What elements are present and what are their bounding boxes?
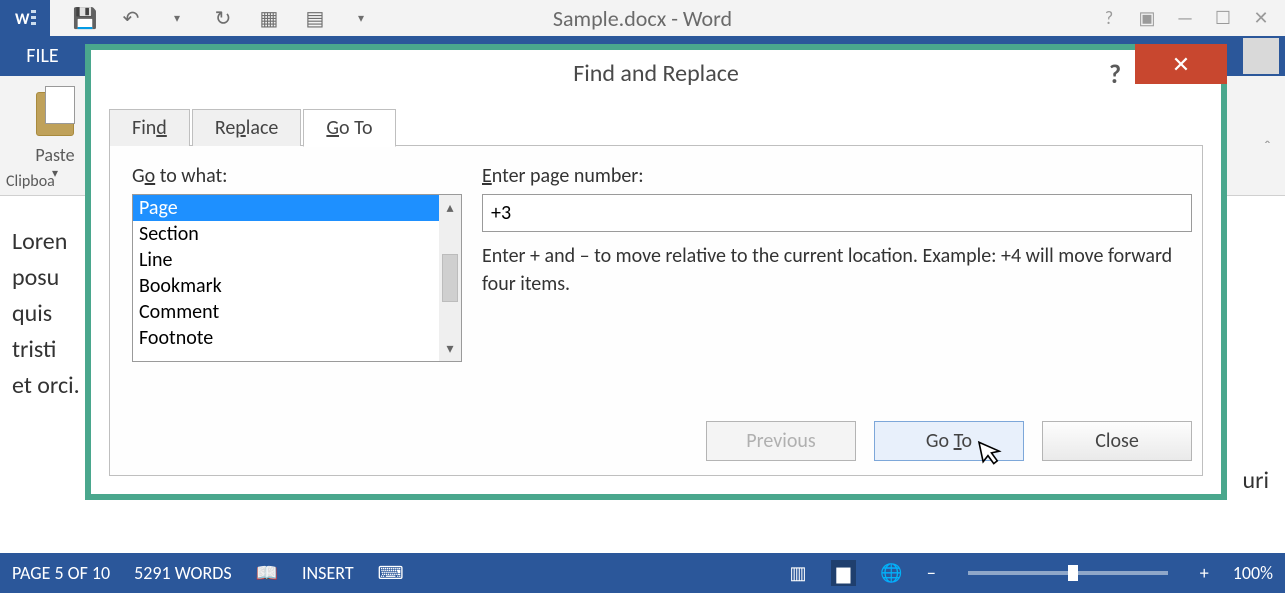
maximize-icon[interactable]: ☐ bbox=[1205, 7, 1241, 29]
titlebar: W 💾 ↶ ▾ ↻ ▦ ▤ ▾ Sample.docx - Word ? ▣ —… bbox=[0, 0, 1285, 36]
ribbon-display-icon[interactable]: ▣ bbox=[1129, 7, 1165, 29]
listbox-scrollbar[interactable]: ▴ ▾ bbox=[439, 195, 461, 361]
list-item[interactable]: Line bbox=[133, 247, 439, 273]
tab-replace[interactable]: Replace bbox=[192, 109, 302, 146]
svg-text:W: W bbox=[15, 10, 30, 29]
dialog-tabs: Find Replace Go To bbox=[109, 106, 1203, 146]
status-mode: INSERT bbox=[302, 562, 354, 584]
list-item[interactable]: Footnote bbox=[133, 325, 439, 351]
read-mode-icon[interactable]: ▥ bbox=[790, 562, 807, 584]
list-item[interactable]: Comment bbox=[133, 299, 439, 325]
scroll-up-icon[interactable]: ▴ bbox=[446, 199, 453, 216]
qat-dropdown-icon[interactable]: ▾ bbox=[158, 4, 196, 32]
enter-page-label: Enter page number: bbox=[482, 164, 1192, 188]
goto-panel: Go to what: Page Section Line Bookmark C… bbox=[109, 145, 1203, 476]
goto-what-listbox[interactable]: Page Section Line Bookmark Comment Footn… bbox=[132, 194, 462, 362]
goto-hint: Enter + and – to move relative to the cu… bbox=[482, 242, 1192, 298]
paste-icon[interactable] bbox=[31, 84, 79, 140]
scroll-down-icon[interactable]: ▾ bbox=[446, 340, 453, 357]
find-replace-dialog: Find and Replace ? ✕ Find Replace Go To … bbox=[85, 44, 1227, 500]
macro-icon[interactable]: ⌨ bbox=[378, 562, 404, 584]
list-item[interactable]: Page bbox=[133, 195, 439, 221]
list-item[interactable]: Bookmark bbox=[133, 273, 439, 299]
close-window-icon[interactable]: ✕ bbox=[1243, 7, 1279, 29]
file-tab[interactable]: FILE bbox=[0, 36, 85, 76]
spellcheck-icon[interactable]: 📖 bbox=[256, 562, 278, 584]
tab-find[interactable]: Find bbox=[109, 109, 190, 146]
user-avatar-icon[interactable] bbox=[1243, 38, 1279, 74]
status-page[interactable]: PAGE 5 OF 10 bbox=[12, 562, 110, 584]
doc-fragment: uri bbox=[1243, 466, 1269, 495]
word-logo: W bbox=[0, 0, 50, 36]
clipboard-group-label: Clipboa bbox=[6, 172, 55, 191]
zoom-level[interactable]: 100% bbox=[1233, 562, 1273, 584]
minimize-icon[interactable]: — bbox=[1167, 7, 1203, 29]
window-controls: ? ▣ — ☐ ✕ bbox=[1091, 0, 1285, 36]
page-number-input[interactable] bbox=[482, 194, 1192, 232]
goto-button[interactable]: Go To bbox=[874, 421, 1024, 461]
quick-access-toolbar: 💾 ↶ ▾ ↻ ▦ ▤ ▾ bbox=[50, 4, 380, 32]
status-words[interactable]: 5291 WORDS bbox=[134, 562, 231, 584]
print-layout-icon[interactable]: ▆ bbox=[831, 560, 857, 586]
save-icon[interactable]: 💾 bbox=[66, 4, 104, 32]
zoom-in-icon[interactable]: + bbox=[1200, 562, 1209, 584]
list-item[interactable]: Section bbox=[133, 221, 439, 247]
dialog-title: Find and Replace bbox=[91, 59, 1221, 88]
previous-button: Previous bbox=[706, 421, 856, 461]
dialog-help-icon[interactable]: ? bbox=[1109, 58, 1121, 90]
close-button[interactable]: Close bbox=[1042, 421, 1192, 461]
redo-icon[interactable]: ↻ bbox=[204, 4, 242, 32]
tab-goto[interactable]: Go To bbox=[303, 109, 395, 147]
table-icon[interactable]: ▤ bbox=[296, 4, 334, 32]
help-icon[interactable]: ? bbox=[1091, 7, 1127, 29]
new-doc-icon[interactable]: ▦ bbox=[250, 4, 288, 32]
undo-icon[interactable]: ↶ bbox=[112, 4, 150, 32]
zoom-out-icon[interactable]: − bbox=[927, 562, 936, 584]
collapse-ribbon-icon[interactable]: ˆ bbox=[1264, 136, 1271, 158]
qat-more-icon[interactable]: ▾ bbox=[342, 4, 380, 32]
scrollbar-thumb[interactable] bbox=[442, 254, 458, 302]
web-layout-icon[interactable]: 🌐 bbox=[880, 562, 902, 584]
dialog-close-button[interactable]: ✕ bbox=[1135, 44, 1227, 84]
dialog-titlebar[interactable]: Find and Replace ? ✕ bbox=[91, 50, 1221, 96]
zoom-slider[interactable] bbox=[968, 571, 1168, 575]
status-bar: PAGE 5 OF 10 5291 WORDS 📖 INSERT ⌨ ▥ ▆ 🌐… bbox=[0, 553, 1285, 593]
